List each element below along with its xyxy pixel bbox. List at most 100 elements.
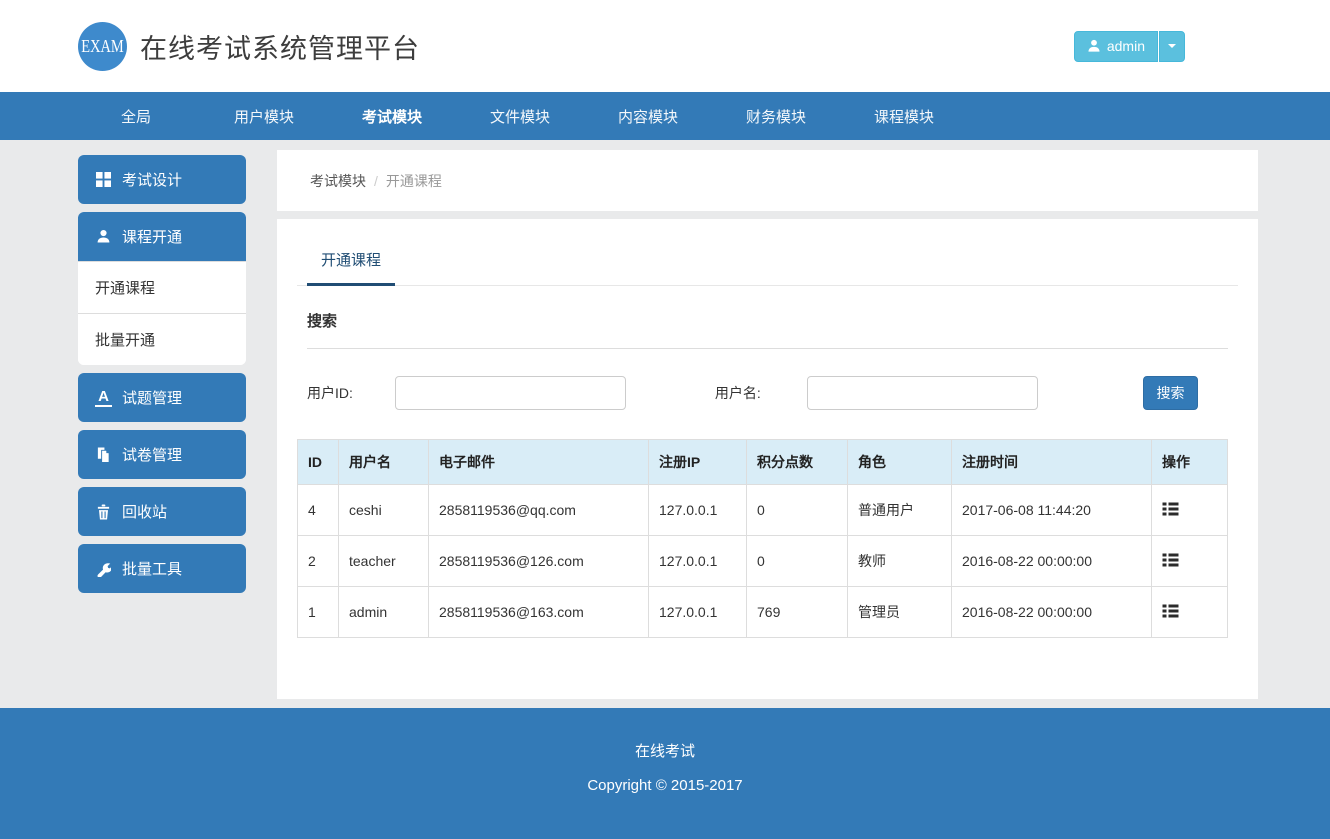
user-icon [95,229,112,244]
main-panel: 开通课程 搜索 用户ID: 用户名: 搜索 ID 用户名 [277,219,1258,699]
page-title: 在线考试系统管理平台 [140,27,420,66]
cell-operations [1152,485,1228,536]
breadcrumb: 考试模块 / 开通课程 [277,150,1258,211]
col-header-ip: 注册IP [649,440,747,485]
cell-ip: 127.0.0.1 [649,536,747,587]
cell-username: ceshi [339,485,429,536]
cell-email: 2858119536@126.com [429,536,649,587]
trash-icon [95,504,112,520]
user-icon [1087,39,1101,53]
username-label: 用户名: [715,383,761,403]
user-menu-label: admin [1107,38,1145,54]
cell-id: 4 [298,485,339,536]
col-header-regtime: 注册时间 [952,440,1152,485]
sidebar-item-label: 考试设计 [122,169,182,190]
tab-open-course[interactable]: 开通课程 [307,249,395,286]
sidebar-subitem-label: 批量开通 [95,329,155,350]
cell-role: 管理员 [848,587,952,638]
user-menu-caret-button[interactable] [1159,31,1185,62]
cell-ip: 127.0.0.1 [649,587,747,638]
sidebar-item-label: 批量工具 [122,558,182,579]
sidebar-item-course-open[interactable]: 课程开通 [78,212,246,261]
user-id-input[interactable] [395,376,626,410]
sidebar-item-label: 课程开通 [122,226,182,247]
sidebar-item-exam-design[interactable]: 考试设计 [78,155,246,204]
app-header: EXAM 在线考试系统管理平台 admin [0,0,1330,92]
footer-site-name: 在线考试 [0,740,1330,761]
col-header-username: 用户名 [339,440,429,485]
breadcrumb-item-open-course: 开通课程 [386,171,442,191]
font-icon: A [95,389,112,407]
search-form: 用户ID: 用户名: 搜索 [307,376,1228,410]
cell-regtime: 2016-08-22 00:00:00 [952,587,1152,638]
sidebar-subitem-batch-open[interactable]: 批量开通 [78,313,246,365]
col-header-id: ID [298,440,339,485]
nav-item-user-module[interactable]: 用户模块 [200,92,328,140]
table-row: 4 ceshi 2858119536@qq.com 127.0.0.1 0 普通… [298,485,1228,536]
user-menu-button[interactable]: admin [1074,31,1158,62]
main-column: 考试模块 / 开通课程 开通课程 搜索 用户ID: 用户名: 搜索 [277,150,1258,708]
sidebar-item-paper-management[interactable]: 试卷管理 [78,430,246,479]
caret-down-icon [1168,44,1176,48]
sidebar-subitem-label: 开通课程 [95,277,155,298]
content-area: 考试设计 课程开通 开通课程 批量开通 A 试题管理 试卷管理 [0,140,1330,708]
nav-item-course-module[interactable]: 课程模块 [840,92,968,140]
cell-ip: 127.0.0.1 [649,485,747,536]
cell-points: 0 [747,485,848,536]
list-menu-icon [1162,552,1179,568]
breadcrumb-item-exam-module[interactable]: 考试模块 [310,171,366,191]
breadcrumb-separator: / [374,173,378,189]
sidebar-subitem-open-course[interactable]: 开通课程 [78,261,246,313]
cell-role: 教师 [848,536,952,587]
cell-operations [1152,587,1228,638]
file-copy-icon [95,447,112,463]
nav-item-content-module[interactable]: 内容模块 [584,92,712,140]
table-header-row: ID 用户名 电子邮件 注册IP 积分点数 角色 注册时间 操作 [298,440,1228,485]
user-menu-group: admin [1074,31,1185,62]
cell-role: 普通用户 [848,485,952,536]
cell-email: 2858119536@163.com [429,587,649,638]
sidebar-item-question-management[interactable]: A 试题管理 [78,373,246,422]
cell-regtime: 2017-06-08 11:44:20 [952,485,1152,536]
nav-item-file-module[interactable]: 文件模块 [456,92,584,140]
col-header-role: 角色 [848,440,952,485]
cell-email: 2858119536@qq.com [429,485,649,536]
table-row: 1 admin 2858119536@163.com 127.0.0.1 769… [298,587,1228,638]
search-button[interactable]: 搜索 [1143,376,1198,410]
users-table: ID 用户名 电子邮件 注册IP 积分点数 角色 注册时间 操作 4 ceshi [297,439,1228,638]
sidebar-item-label: 试题管理 [122,387,182,408]
app-footer: 在线考试 Copyright © 2015-2017 [0,708,1330,839]
nav-item-finance-module[interactable]: 财务模块 [712,92,840,140]
logo-text: EXAM [81,36,123,57]
cell-points: 0 [747,536,848,587]
footer-copyright: Copyright © 2015-2017 [0,777,1330,794]
username-input[interactable] [807,376,1038,410]
grid-icon [95,172,112,187]
cell-id: 1 [298,587,339,638]
cell-operations [1152,536,1228,587]
nav-item-exam-module[interactable]: 考试模块 [328,92,456,140]
sidebar-item-label: 回收站 [122,501,167,522]
row-actions-button[interactable] [1162,501,1179,517]
top-navbar: 全局 用户模块 考试模块 文件模块 内容模块 财务模块 课程模块 [0,92,1330,140]
tab-bar: 开通课程 [297,219,1238,286]
sidebar-item-label: 试卷管理 [122,444,182,465]
wrench-icon [95,561,112,577]
list-menu-icon [1162,603,1179,619]
row-actions-button[interactable] [1162,603,1179,619]
app-logo: EXAM [78,22,127,71]
col-header-points: 积分点数 [747,440,848,485]
col-header-email: 电子邮件 [429,440,649,485]
user-id-label: 用户ID: [307,383,353,403]
col-header-operations: 操作 [1152,440,1228,485]
cell-username: admin [339,587,429,638]
cell-regtime: 2016-08-22 00:00:00 [952,536,1152,587]
cell-username: teacher [339,536,429,587]
row-actions-button[interactable] [1162,552,1179,568]
sidebar-item-batch-tools[interactable]: 批量工具 [78,544,246,593]
search-section-heading: 搜索 [307,310,1228,349]
sidebar-item-recycle-bin[interactable]: 回收站 [78,487,246,536]
table-row: 2 teacher 2858119536@126.com 127.0.0.1 0… [298,536,1228,587]
nav-item-global[interactable]: 全局 [72,92,200,140]
sidebar: 考试设计 课程开通 开通课程 批量开通 A 试题管理 试卷管理 [78,150,246,708]
